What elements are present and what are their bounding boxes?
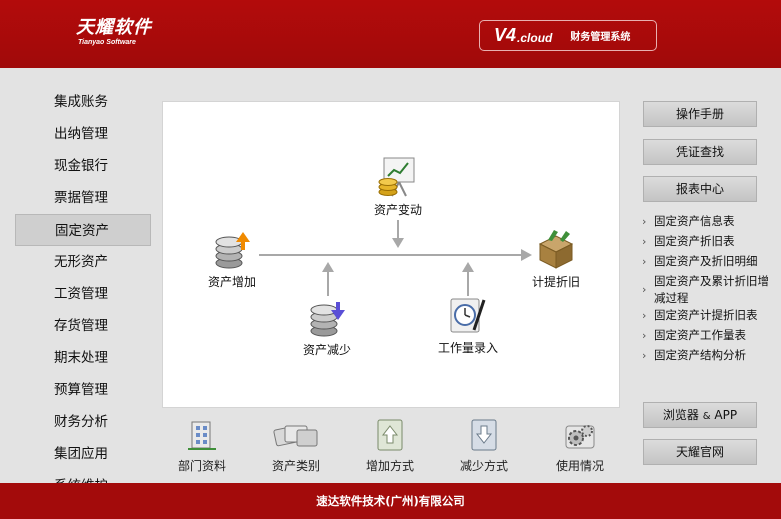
system-title: 财务管理系统 — [570, 32, 631, 43]
nav-item-ledger[interactable]: 集成账务 — [15, 86, 151, 118]
toolbar-usage-status-label: 使用情况 — [555, 459, 604, 473]
arrow-head-up — [322, 262, 334, 272]
nav-item-inventory[interactable]: 存货管理 — [15, 310, 151, 342]
box-package-icon — [538, 230, 574, 269]
chevron-right-icon: › — [642, 283, 647, 296]
coin-stack-add-icon — [215, 232, 250, 269]
flow-connector — [259, 254, 523, 256]
logo-sub-text: Tianyao Software — [78, 39, 136, 46]
chevron-right-icon: › — [642, 309, 647, 322]
asset-add-node[interactable]: 资产增加 — [199, 230, 265, 290]
report-link[interactable]: › 固定资产及累计折旧增减过程 — [641, 273, 771, 307]
nav-item-fixed-assets[interactable]: 固定资产 — [15, 214, 151, 246]
nav-item-cashier[interactable]: 出纳管理 — [15, 118, 151, 150]
app-header: 天耀软件 Tianyao Software V4 .cloud 财务管理系统 — [0, 0, 781, 68]
flow-connector — [327, 270, 329, 296]
arrow-head-down — [392, 238, 404, 248]
toolbar-usage-status[interactable]: 使用情况 — [540, 418, 620, 474]
app-footer: 速达软件技术(广州)有限公司 — [0, 483, 781, 519]
coin-stack-reduce-icon — [310, 302, 345, 337]
workload-entry-node[interactable]: 工作量录入 — [429, 296, 507, 356]
flow-connector — [397, 220, 399, 240]
asset-reduce-label: 资产减少 — [302, 343, 351, 357]
left-nav: 集成账务 出纳管理 现金银行 票据管理 固定资产 无形资产 工资管理 存货管理 … — [0, 68, 156, 483]
clock-pen-icon — [450, 298, 486, 333]
nav-item-payroll[interactable]: 工资管理 — [15, 278, 151, 310]
chevron-right-icon: › — [642, 255, 647, 268]
browser-app-label-2: APP — [714, 408, 738, 422]
gears-icon — [565, 425, 595, 449]
report-link-label: 固定资产结构分析 — [654, 348, 746, 362]
arrow-head-up — [462, 262, 474, 272]
depreciation-label: 计提折旧 — [531, 275, 580, 289]
report-link-label: 固定资产工作量表 — [654, 328, 746, 342]
easel-coins-icon — [378, 157, 415, 197]
doc-down-icon — [471, 419, 497, 451]
report-link[interactable]: › 固定资产计提折旧表 — [641, 307, 776, 324]
toolbar-department-label: 部门资料 — [177, 459, 226, 473]
report-center-button[interactable]: 报表中心 — [643, 176, 757, 202]
report-link-label: 固定资产信息表 — [654, 214, 735, 228]
report-link-label: 固定资产计提折旧表 — [654, 308, 758, 322]
chevron-right-icon: › — [642, 215, 647, 228]
official-site-button[interactable]: 天耀官网 — [643, 439, 757, 465]
nav-item-budget[interactable]: 预算管理 — [15, 374, 151, 406]
toolbar-asset-category-label: 资产类别 — [271, 459, 320, 473]
nav-item-cash-bank[interactable]: 现金银行 — [15, 150, 151, 182]
report-link-label: 固定资产及累计折旧增减过程 — [654, 274, 769, 305]
nav-item-bills[interactable]: 票据管理 — [15, 182, 151, 214]
building-icon — [188, 421, 216, 450]
flow-connector — [467, 270, 469, 296]
browser-app-label-1: 浏览器 — [662, 408, 699, 422]
manual-button[interactable]: 操作手册 — [643, 101, 757, 127]
nav-item-analysis[interactable]: 财务分析 — [15, 406, 151, 438]
chevron-right-icon: › — [642, 329, 647, 342]
toolbar-reduce-method-label: 减少方式 — [459, 459, 508, 473]
voucher-search-button[interactable]: 凭证查找 — [643, 139, 757, 165]
report-link[interactable]: › 固定资产信息表 — [641, 213, 776, 230]
toolbar-asset-category[interactable]: 资产类别 — [256, 418, 336, 474]
cards-icon — [273, 425, 318, 447]
nav-item-period-end[interactable]: 期末处理 — [15, 342, 151, 374]
workload-entry-label: 工作量录入 — [437, 341, 498, 355]
asset-add-label: 资产增加 — [207, 275, 256, 289]
chevron-right-icon: › — [642, 349, 647, 362]
brand-logo: 天耀软件 Tianyao Software — [76, 17, 152, 47]
nav-item-intangible-assets[interactable]: 无形资产 — [15, 246, 151, 278]
logo-main-text: 天耀软件 — [76, 17, 152, 38]
depreciation-node[interactable]: 计提折旧 — [521, 228, 591, 290]
asset-reduce-node[interactable]: 资产减少 — [294, 298, 360, 358]
toolbar-add-method[interactable]: 增加方式 — [350, 418, 430, 474]
doc-up-icon — [377, 419, 403, 451]
report-link-label: 固定资产折旧表 — [654, 234, 735, 248]
toolbar-reduce-method[interactable]: 减少方式 — [444, 418, 524, 474]
chevron-right-icon: › — [642, 235, 647, 248]
version-number: V4 — [494, 25, 517, 45]
nav-item-group[interactable]: 集团应用 — [15, 438, 151, 470]
company-name: 速达软件技术(广州)有限公司 — [316, 494, 465, 508]
toolbar-add-method-label: 增加方式 — [365, 459, 414, 473]
version-suffix: .cloud — [517, 30, 553, 45]
report-link[interactable]: › 固定资产折旧表 — [641, 233, 776, 250]
report-link-label: 固定资产及折旧明细 — [654, 254, 758, 268]
browser-app-amp: & — [702, 411, 711, 422]
report-link[interactable]: › 固定资产结构分析 — [641, 347, 776, 364]
asset-change-label: 资产变动 — [373, 203, 422, 217]
flow-panel: 资产变动 资产增加 资产减少 工作量录入 计提折旧 — [162, 101, 620, 408]
browser-app-button[interactable]: 浏览器 & APP — [643, 402, 757, 428]
asset-change-node[interactable]: 资产变动 — [363, 154, 433, 218]
report-link[interactable]: › 固定资产工作量表 — [641, 327, 776, 344]
version-badge: V4 .cloud 财务管理系统 — [479, 20, 657, 51]
toolbar-department[interactable]: 部门资料 — [162, 418, 242, 474]
report-link[interactable]: › 固定资产及折旧明细 — [641, 253, 776, 270]
nav-item-system[interactable]: 系统维护 — [15, 470, 151, 483]
